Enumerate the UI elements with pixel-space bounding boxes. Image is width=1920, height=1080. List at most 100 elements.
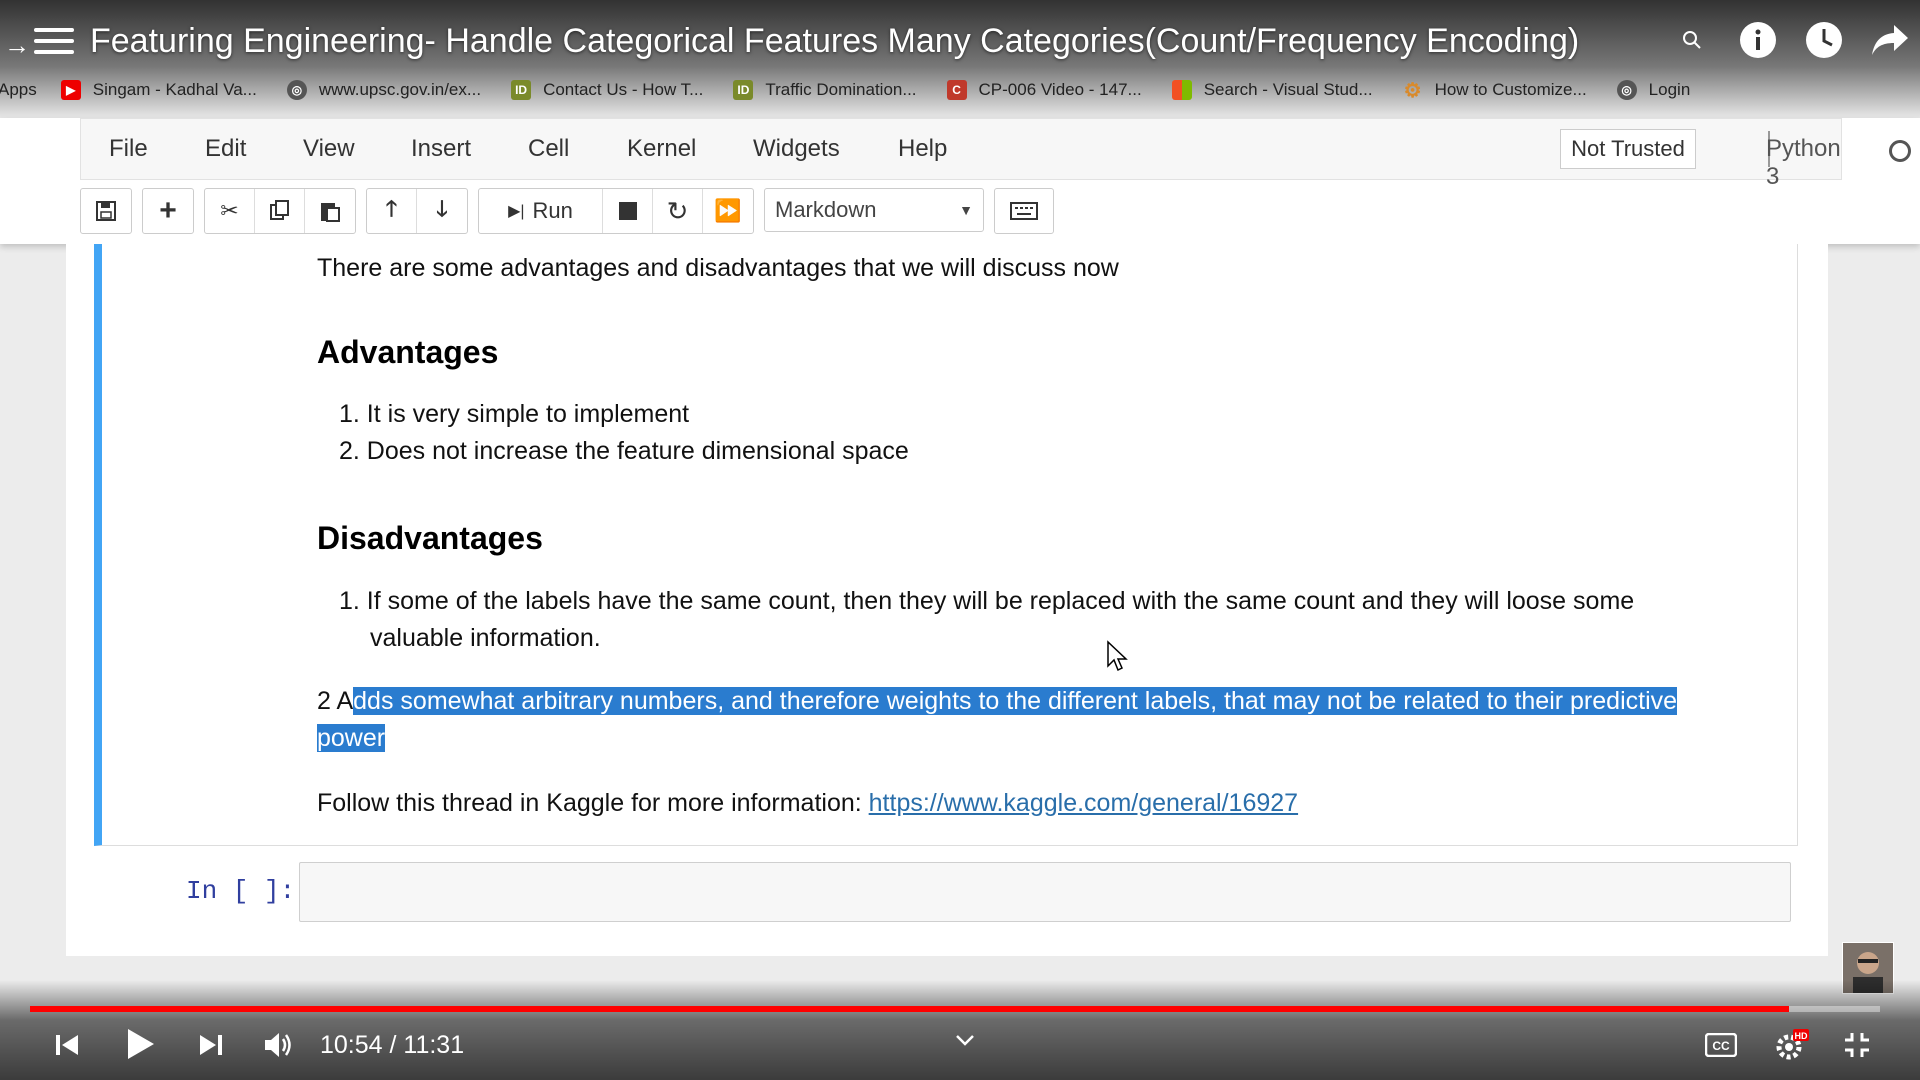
bookmark-apps[interactable]: Apps xyxy=(0,80,37,100)
intro-paragraph: There are some advantages and disadvanta… xyxy=(317,254,1119,282)
bookmark-label: Traffic Domination... xyxy=(765,80,917,99)
bookmark-label: CP-006 Video - 147... xyxy=(978,80,1142,99)
kernel-name[interactable]: Python 3 xyxy=(1766,135,1841,191)
menu-file[interactable]: File xyxy=(109,135,148,163)
run-label: Run xyxy=(532,198,573,223)
svg-text:CC: CC xyxy=(1712,1039,1730,1053)
list-item-text: It is very simple to implement xyxy=(366,400,690,428)
id-icon: ID xyxy=(511,80,532,100)
notebook-container: There are some advantages and disadvanta… xyxy=(66,244,1828,956)
markdown-cell[interactable]: There are some advantages and disadvanta… xyxy=(94,244,1798,846)
insert-cell-button[interactable]: + xyxy=(143,189,193,233)
move-up-button[interactable]: 🡑 xyxy=(367,189,417,233)
save-icon xyxy=(96,201,116,221)
bookmark-label: www.upsc.gov.in/ex... xyxy=(318,80,482,99)
bookmark-item[interactable]: ◎ Login xyxy=(1616,80,1690,100)
chevron-down-icon[interactable] xyxy=(950,1030,980,1050)
next-icon[interactable] xyxy=(196,1030,226,1060)
restart-run-all-button[interactable]: ⏩ xyxy=(703,189,753,233)
list-item-text: If some of the labels have the same coun… xyxy=(366,587,1635,615)
menu-help[interactable]: Help xyxy=(898,135,947,163)
cut-button[interactable]: ✂ xyxy=(205,189,255,233)
cell-type-select[interactable]: Markdown ▼ xyxy=(764,188,984,232)
selected-text: power xyxy=(317,724,386,752)
watch-later-icon[interactable] xyxy=(1804,20,1844,60)
globe-icon: ◎ xyxy=(1616,80,1637,100)
bookmark-label: Apps xyxy=(0,80,37,99)
list-item-continuation: valuable information. xyxy=(370,624,601,652)
bookmarks-bar: Apps ▶ Singam - Kadhal Va... ◎ www.upsc.go… xyxy=(0,76,1920,104)
exit-fullscreen-icon[interactable] xyxy=(1842,1030,1872,1060)
c-icon: C xyxy=(946,80,967,100)
bookmark-item[interactable]: ⚙ How to Customize... xyxy=(1403,79,1587,102)
bookmark-item[interactable]: ▶ Singam - Kadhal Va... xyxy=(60,80,257,100)
item2-line2[interactable]: power xyxy=(317,724,386,753)
menu-edit[interactable]: Edit xyxy=(205,135,246,163)
stop-icon xyxy=(618,202,637,220)
copy-button[interactable] xyxy=(255,189,305,233)
time-current: 10:54 xyxy=(320,1031,383,1059)
follow-paragraph: Follow this thread in Kaggle for more in… xyxy=(317,789,1298,818)
share-icon[interactable] xyxy=(1870,20,1910,60)
bookmark-label: Singam - Kadhal Va... xyxy=(92,80,257,99)
previous-icon[interactable] xyxy=(52,1030,82,1060)
menu-kernel[interactable]: Kernel xyxy=(627,135,696,163)
bookmark-label: Contact Us - How T... xyxy=(543,80,704,99)
arrow-down-icon: 🡓 xyxy=(436,196,448,221)
move-down-button[interactable]: 🡓 xyxy=(417,189,467,233)
zoom-icon xyxy=(1672,20,1712,60)
cell-type-value: Markdown xyxy=(775,197,877,222)
input-prompt: In [ ]: xyxy=(186,876,296,906)
menu-view[interactable]: View xyxy=(303,135,355,163)
volume-icon[interactable] xyxy=(262,1028,296,1062)
time-total: 11:31 xyxy=(403,1031,465,1059)
copy-icon xyxy=(269,200,289,220)
kaggle-link[interactable]: https://www.kaggle.com/general/16927 xyxy=(869,789,1298,817)
item2-line1[interactable]: 2 Adds somewhat arbitrary numbers, and t… xyxy=(317,687,1678,716)
bookmark-item[interactable]: Search - Visual Stud... xyxy=(1171,80,1373,100)
interrupt-button[interactable] xyxy=(603,189,653,233)
menu-widgets[interactable]: Widgets xyxy=(753,135,840,163)
code-input[interactable] xyxy=(299,862,1791,922)
follow-text: Follow this thread in Kaggle for more in… xyxy=(317,789,869,817)
plus-icon: + xyxy=(159,194,177,227)
arrow-up-icon: 🡑 xyxy=(385,196,398,221)
step-forward-icon: ▶︎| xyxy=(508,203,525,220)
back-arrow-icon[interactable]: → xyxy=(4,30,30,61)
settings-icon[interactable]: HD xyxy=(1774,1028,1810,1062)
mouse-cursor-icon xyxy=(1106,640,1128,677)
run-button[interactable]: ▶︎| Run xyxy=(479,189,603,233)
play-icon[interactable] xyxy=(124,1026,158,1062)
windows-icon xyxy=(1171,80,1192,100)
progress-bar[interactable] xyxy=(30,1006,1880,1012)
youtube-icon: ▶ xyxy=(60,80,81,100)
save-button[interactable] xyxy=(81,189,131,233)
paste-button[interactable] xyxy=(305,189,355,233)
time-display: 10:54 / 11:31 xyxy=(320,1031,464,1060)
bookmark-item[interactable]: C CP-006 Video - 147... xyxy=(946,80,1142,100)
restart-button[interactable]: ↻ xyxy=(653,189,703,233)
playlist-menu-icon[interactable] xyxy=(34,28,74,62)
not-trusted-button[interactable]: Not Trusted xyxy=(1560,129,1696,169)
progress-played xyxy=(30,1006,1790,1012)
globe-icon: ◎ xyxy=(286,80,307,100)
video-title[interactable]: Featuring Engineering- Handle Categorica… xyxy=(90,22,1579,61)
time-separator: / xyxy=(382,1031,404,1059)
paste-icon xyxy=(321,203,340,222)
item2-prefix: 2 A xyxy=(317,687,354,715)
bookmark-item[interactable]: ID Contact Us - How T... xyxy=(511,80,703,100)
toolbar: + ✂ 🡑 🡓 ▶︎| Run ↻ ⏩ Markdown ▼ xyxy=(80,188,1054,234)
gear-icon: ⚙ xyxy=(1403,79,1422,102)
keyboard-icon xyxy=(1010,202,1038,220)
bookmark-item[interactable]: ◎ www.upsc.gov.in/ex... xyxy=(286,80,482,100)
kernel-status-icon xyxy=(1889,140,1911,162)
command-palette-button[interactable] xyxy=(995,189,1053,233)
menu-cell[interactable]: Cell xyxy=(528,135,569,163)
jupyter-header: File Edit View Insert Cell Kernel Widget… xyxy=(0,118,1920,244)
list-item: 2. Does not increase the feature dimensi… xyxy=(339,437,909,465)
info-icon[interactable] xyxy=(1738,20,1778,60)
captions-icon[interactable]: CC xyxy=(1704,1032,1738,1058)
list-item: 1. It is very simple to implement xyxy=(339,400,690,428)
bookmark-item[interactable]: ID Traffic Domination... xyxy=(733,80,917,100)
menu-insert[interactable]: Insert xyxy=(411,135,471,163)
